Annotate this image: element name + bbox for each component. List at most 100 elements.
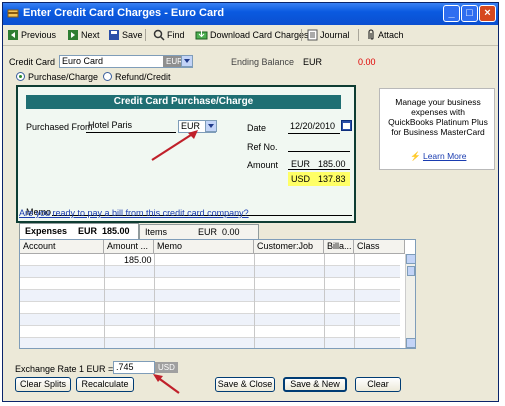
expenses-grid: Account Amount ... Memo Customer:Job Bil… bbox=[19, 239, 416, 349]
credit-card-label: Credit Card bbox=[9, 57, 56, 67]
app-icon bbox=[7, 9, 19, 18]
journal-label: Journal bbox=[320, 30, 350, 40]
column-divider bbox=[324, 254, 325, 348]
refund-credit-radio[interactable] bbox=[103, 72, 112, 81]
column-header-account[interactable]: Account bbox=[20, 240, 104, 254]
usd-currency: USD bbox=[291, 174, 311, 184]
row-amount-cell[interactable]: 185.00 bbox=[124, 255, 152, 265]
previous-label: Previous bbox=[21, 30, 57, 40]
close-button[interactable]: × bbox=[479, 5, 496, 22]
save-button[interactable]: Save bbox=[108, 28, 143, 42]
tab-items-currency: EUR bbox=[198, 227, 218, 237]
tab-items-label: Items bbox=[145, 227, 168, 237]
next-icon bbox=[68, 30, 78, 40]
scroll-thumb[interactable] bbox=[407, 266, 415, 276]
lightning-icon: ⚡ bbox=[410, 151, 421, 161]
column-divider bbox=[154, 254, 155, 348]
toolbar-separator bbox=[301, 29, 302, 41]
download-icon bbox=[195, 30, 208, 40]
find-button[interactable]: Find bbox=[153, 28, 185, 42]
table-row[interactable] bbox=[20, 326, 400, 338]
purchase-charge-label: Purchase/Charge bbox=[28, 72, 99, 82]
maximize-button[interactable]: □ bbox=[461, 5, 478, 22]
annotation-arrow-icon bbox=[151, 130, 198, 161]
amount-label: Amount bbox=[247, 160, 279, 170]
column-divider bbox=[104, 254, 105, 348]
column-header-billable[interactable]: Billa... bbox=[324, 240, 354, 254]
tab-expenses-currency: EUR bbox=[78, 226, 98, 236]
save-close-button[interactable]: Save & Close bbox=[215, 377, 275, 392]
next-label: Next bbox=[81, 30, 100, 40]
ref-no-field[interactable] bbox=[288, 151, 350, 152]
tab-expenses-label: Expenses bbox=[25, 226, 68, 236]
ending-balance-value: 0.00 bbox=[358, 57, 376, 67]
column-header-class[interactable]: Class bbox=[354, 240, 405, 254]
table-row[interactable] bbox=[20, 314, 400, 326]
ref-no-label: Ref No. bbox=[247, 142, 278, 152]
paperclip-icon bbox=[368, 29, 374, 40]
vertical-scrollbar[interactable] bbox=[405, 254, 415, 348]
tab-items-amount: 0.00 bbox=[222, 227, 240, 237]
refund-credit-label: Refund/Credit bbox=[115, 72, 171, 82]
tab-expenses[interactable]: Expenses EUR 185.00 bbox=[19, 223, 139, 240]
credit-card-value: Euro Card bbox=[62, 56, 104, 66]
previous-button[interactable]: Previous bbox=[7, 28, 56, 42]
purchased-from-value[interactable]: Hotel Paris bbox=[88, 120, 132, 130]
download-label: Download Card Charges bbox=[210, 30, 309, 40]
amount-value[interactable]: 185.00 bbox=[318, 159, 346, 169]
column-header-memo[interactable]: Memo bbox=[154, 240, 254, 254]
table-row[interactable] bbox=[20, 338, 400, 348]
ad-text: Manage your business expenses with Quick… bbox=[388, 97, 488, 137]
journal-button[interactable]: Journal bbox=[307, 28, 350, 42]
amount-underline bbox=[288, 169, 350, 170]
tab-expenses-amount: 185.00 bbox=[102, 226, 130, 236]
credit-card-dropdown-icon[interactable] bbox=[181, 55, 193, 67]
save-label: Save bbox=[122, 30, 143, 40]
download-card-charges-button[interactable]: Download Card Charges bbox=[195, 28, 309, 42]
table-row[interactable] bbox=[20, 266, 400, 278]
tab-items[interactable]: Items EUR 0.00 bbox=[139, 224, 259, 240]
pay-bill-link[interactable]: Are you ready to pay a bill from this cr… bbox=[19, 208, 249, 218]
form-heading: Credit Card Purchase/Charge bbox=[26, 95, 341, 109]
date-value[interactable]: 12/20/2010 bbox=[290, 121, 335, 131]
learn-more-link[interactable]: ⚡ Learn More bbox=[410, 151, 466, 162]
recalculate-button[interactable]: Recalculate bbox=[76, 377, 134, 392]
window-title: Enter Credit Card Charges - Euro Card bbox=[23, 7, 225, 19]
annotation-arrow-icon bbox=[153, 374, 180, 394]
journal-icon bbox=[307, 29, 318, 41]
save-new-button[interactable]: Save & New bbox=[283, 377, 347, 392]
exchange-rate-label: Exchange Rate 1 EUR = bbox=[15, 364, 114, 374]
scroll-up-icon[interactable] bbox=[406, 254, 415, 264]
calendar-icon[interactable] bbox=[341, 120, 352, 131]
next-button[interactable]: Next bbox=[67, 28, 100, 42]
toolbar-separator bbox=[145, 29, 146, 41]
purchased-from-label: Purchased From bbox=[26, 122, 93, 132]
column-header-customer-job[interactable]: Customer:Job bbox=[254, 240, 324, 254]
previous-icon bbox=[8, 30, 18, 40]
column-header-amount[interactable]: Amount ... bbox=[104, 240, 154, 254]
table-row[interactable] bbox=[20, 278, 400, 290]
toolbar-separator bbox=[358, 29, 359, 41]
mastercard-ad-panel: Manage your business expenses with Quick… bbox=[379, 88, 495, 170]
title-bar: Enter Credit Card Charges - Euro Card _ … bbox=[3, 3, 498, 25]
table-row[interactable]: 185.00 bbox=[20, 254, 400, 266]
column-divider bbox=[254, 254, 255, 348]
table-row[interactable] bbox=[20, 302, 400, 314]
usd-amount-box: USD 137.83 bbox=[288, 172, 350, 186]
usd-value: 137.83 bbox=[318, 174, 346, 184]
attach-button[interactable]: Attach bbox=[366, 28, 404, 42]
ending-balance-label: Ending Balance bbox=[231, 57, 295, 67]
clear-button[interactable]: Clear bbox=[355, 377, 401, 392]
clear-splits-button[interactable]: Clear Splits bbox=[15, 377, 71, 392]
minimize-button[interactable]: _ bbox=[443, 5, 460, 22]
date-underline bbox=[288, 133, 340, 134]
scroll-down-icon[interactable] bbox=[406, 338, 415, 348]
learn-more-label: Learn More bbox=[422, 151, 467, 161]
credit-card-charge-form: Credit Card Purchase/Charge Purchased Fr… bbox=[16, 85, 356, 223]
purchase-charge-radio[interactable] bbox=[16, 72, 25, 81]
date-label: Date bbox=[247, 123, 267, 133]
amount-currency: EUR bbox=[291, 159, 311, 169]
table-row[interactable] bbox=[20, 290, 400, 302]
save-icon bbox=[109, 30, 119, 40]
find-icon bbox=[153, 29, 165, 41]
